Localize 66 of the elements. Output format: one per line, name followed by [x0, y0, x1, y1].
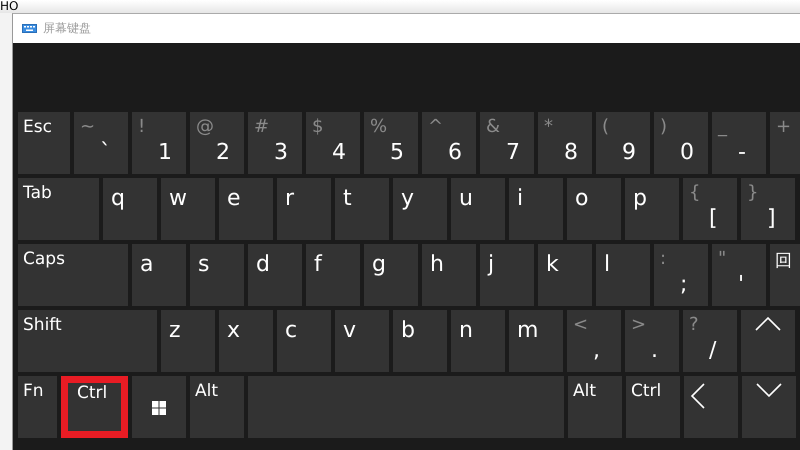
keyboard-key[interactable]: z	[161, 310, 215, 372]
keyboard-key[interactable]: { [	[683, 178, 737, 240]
keyboard-key[interactable]: Esc	[18, 112, 70, 174]
keyboard-key[interactable]: l	[596, 244, 650, 306]
keyboard-key[interactable]: Shift	[18, 310, 157, 372]
keyboard-key[interactable]: Alt	[190, 376, 244, 438]
keyboard-key[interactable]: : ;	[654, 244, 708, 306]
keyboard-key[interactable]: @ 2	[190, 112, 244, 174]
keyboard-key[interactable]: k	[538, 244, 592, 306]
keyboard-key[interactable]: > .	[625, 310, 679, 372]
keyboard-key[interactable]: # 3	[248, 112, 302, 174]
keyboard-icon	[22, 24, 37, 33]
keyboard-key[interactable]: f	[306, 244, 360, 306]
keyboard-key[interactable]: " '	[712, 244, 766, 306]
keyboard-key[interactable]: t	[335, 178, 389, 240]
chevron-icon	[690, 382, 706, 410]
keyboard-key[interactable]: y	[393, 178, 447, 240]
keyboard-key[interactable]: ( 9	[596, 112, 650, 174]
keyboard-key[interactable]: u	[451, 178, 505, 240]
keyboard-key[interactable]: ) 0	[654, 112, 708, 174]
keyboard-key[interactable]: < ,	[567, 310, 621, 372]
keyboard-key[interactable]: p	[625, 178, 679, 240]
keyboard-key[interactable]: % 5	[364, 112, 418, 174]
keyboard-key[interactable]: o	[567, 178, 621, 240]
keyboard-key[interactable]: n	[451, 310, 505, 372]
keyboard-key[interactable]: v	[335, 310, 389, 372]
keyboard-key[interactable]: d	[248, 244, 302, 306]
keyboard-key[interactable]: m	[509, 310, 563, 372]
background-text: HO	[0, 0, 18, 12]
keyboard-key[interactable]: r	[277, 178, 331, 240]
keyboard-key[interactable]: Ctrl	[626, 376, 680, 438]
keyboard-key[interactable]: b	[393, 310, 447, 372]
windows-key[interactable]	[132, 376, 186, 438]
keyboard-key[interactable]: 回	[770, 244, 800, 306]
keyboard-key[interactable]: w	[161, 178, 215, 240]
keyboard-key[interactable]: & 7	[480, 112, 534, 174]
keyboard-key[interactable]: e	[219, 178, 273, 240]
keyboard-key[interactable]: c	[277, 310, 331, 372]
keyboard-key[interactable]: g	[364, 244, 418, 306]
keyboard-key[interactable]: * 8	[538, 112, 592, 174]
keyboard-key[interactable]: i	[509, 178, 563, 240]
keyboard-key[interactable]: q	[103, 178, 157, 240]
keyboard-key[interactable]: Alt	[568, 376, 622, 438]
arrow-down-key[interactable]	[742, 376, 796, 438]
keyboard-key[interactable]: h	[422, 244, 476, 306]
windows-logo-icon	[152, 401, 166, 415]
arrow-up-key[interactable]	[741, 310, 795, 372]
keyboard-key[interactable]: a	[132, 244, 186, 306]
keyboard-key[interactable]: Ctrl	[61, 376, 128, 438]
space-key[interactable]	[248, 376, 564, 438]
keyboard-key[interactable]: ^ 6	[422, 112, 476, 174]
keyboard-key[interactable]: ! 1	[132, 112, 186, 174]
window-title: 屏幕键盘	[43, 20, 91, 37]
arrow-left-key[interactable]	[684, 376, 738, 438]
keyboard-key[interactable]: x	[219, 310, 273, 372]
keyboard-key[interactable]: +	[770, 112, 800, 174]
keyboard-key[interactable]: Caps	[18, 244, 128, 306]
keyboard-key[interactable]: ~ `	[74, 112, 128, 174]
keyboard-key[interactable]: Fn	[18, 376, 57, 438]
keyboard-key[interactable]: j	[480, 244, 534, 306]
keyboard-key[interactable]: _ -	[712, 112, 766, 174]
keyboard-key[interactable]: Tab	[18, 178, 99, 240]
keyboard-key[interactable]: $ 4	[306, 112, 360, 174]
keyboard-key[interactable]: ? /	[683, 310, 737, 372]
keyboard-key[interactable]: } ]	[741, 178, 795, 240]
keyboard-key[interactable]: s	[190, 244, 244, 306]
